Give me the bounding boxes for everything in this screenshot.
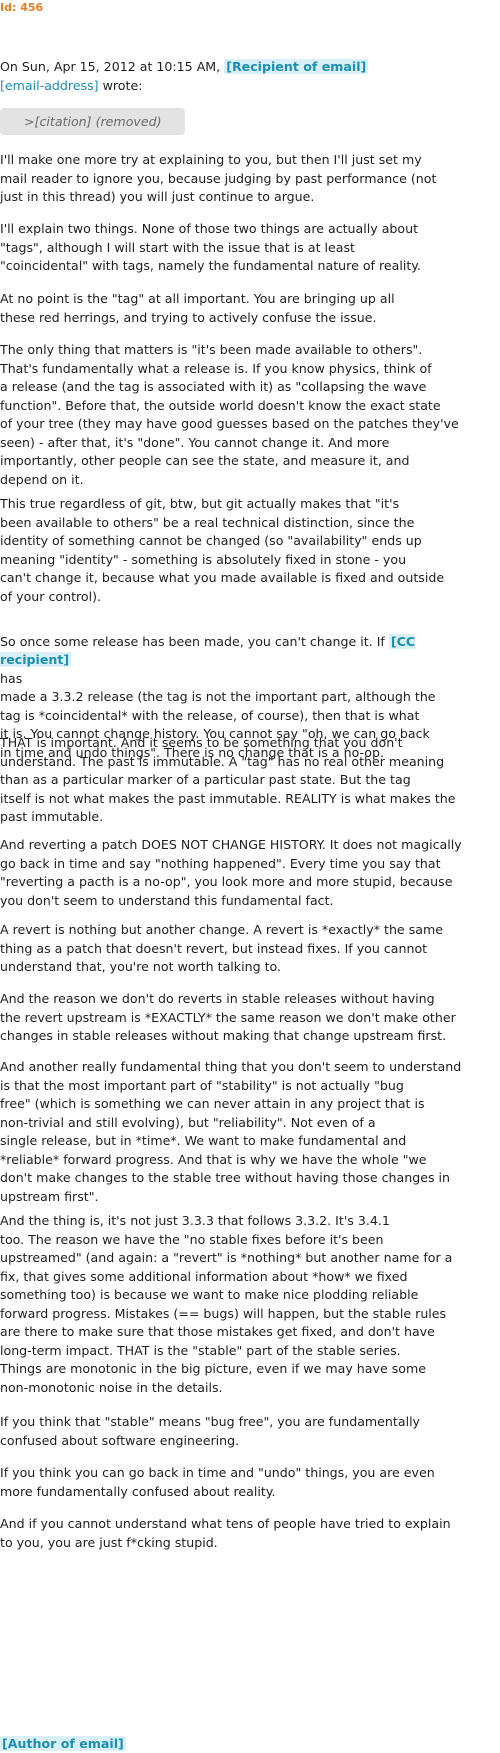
- paragraph-6-before: So once some release has been made, you …: [0, 633, 389, 649]
- recipient-tag: [Recipient of email]: [224, 59, 369, 74]
- paragraph-15: And if you cannot understand what tens o…: [0, 1516, 451, 1550]
- paragraph-13: If you think that "stable" means "bug fr…: [0, 1414, 421, 1448]
- intro-suffix: wrote:: [98, 77, 143, 93]
- citation-removed: >[citation] (removed): [0, 108, 185, 135]
- id-label: Id: 456: [0, 1, 44, 14]
- paragraph-1: I'll make one more try at explaining to …: [0, 152, 437, 204]
- email-document: Id: 456 On Sun, Apr 15, 2012 at 10:15 AM…: [0, 0, 500, 1753]
- signature: [Author of email]: [0, 1735, 126, 1753]
- paragraph-4: The only thing that matters is "it's bee…: [0, 342, 459, 487]
- paragraph-14: If you think you can go back in time and…: [0, 1465, 435, 1499]
- paragraph-11: And another really fundamental thing tha…: [0, 1059, 462, 1204]
- intro-line: On Sun, Apr 15, 2012 at 10:15 AM, [Recip…: [0, 58, 490, 95]
- paragraph-12: And the thing is, it's not just 3.3.3 th…: [0, 1213, 453, 1395]
- paragraph-7: THAT is important. And it seems to be so…: [0, 735, 456, 824]
- paragraph-2: I'll explain two things. None of those t…: [0, 221, 421, 273]
- paragraph-8: And reverting a patch DOES NOT CHANGE HI…: [0, 837, 462, 908]
- paragraph-5: This true regardless of git, btw, but gi…: [0, 496, 445, 604]
- paragraph-10: And the reason we don't do reverts in st…: [0, 991, 456, 1043]
- intro-prefix: On Sun, Apr 15, 2012 at 10:15 AM,: [0, 59, 221, 74]
- paragraph-9: A revert is nothing but another change. …: [0, 922, 443, 974]
- email-address: [email-address]: [0, 77, 99, 93]
- author-tag: [Author of email]: [0, 1736, 126, 1751]
- paragraph-3: At no point is the "tag" at all importan…: [0, 291, 395, 325]
